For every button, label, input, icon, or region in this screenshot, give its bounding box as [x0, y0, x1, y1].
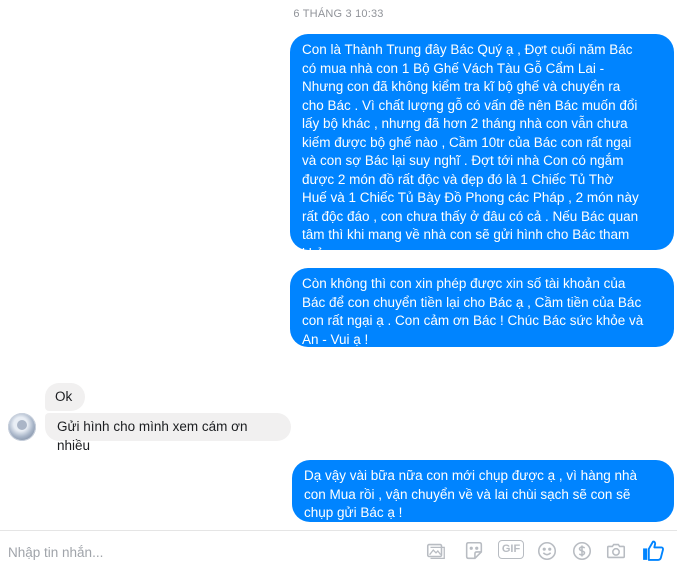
incoming-message[interactable]: Ok	[45, 383, 85, 411]
outgoing-message[interactable]: Dạ vậy vài bữa nữa con mới chụp được ạ ,…	[292, 460, 674, 522]
thread-timestamp: 6 THÁNG 3 10:33	[293, 8, 384, 20]
message-thread[interactable]: 6 THÁNG 3 10:33 Con là Thành Trung đây B…	[0, 0, 677, 530]
sticker-icon[interactable]	[462, 539, 486, 563]
message-input[interactable]	[6, 539, 410, 565]
contact-avatar[interactable]	[8, 413, 36, 441]
image-icon[interactable]	[424, 539, 448, 563]
outgoing-message[interactable]: Con là Thành Trung đây Bác Quý ạ , Đợt c…	[290, 34, 674, 261]
message-composer: GIF	[0, 530, 677, 574]
gif-icon[interactable]: GIF	[498, 540, 524, 559]
emoji-icon[interactable]	[535, 539, 559, 563]
camera-icon[interactable]	[604, 539, 628, 563]
dollar-icon[interactable]	[570, 539, 594, 563]
incoming-message[interactable]: Gửi hình cho mình xem cám ơn nhiều	[45, 413, 291, 453]
outgoing-message[interactable]: Còn không thì con xin phép được xin số t…	[290, 268, 674, 347]
thumbs-up-icon[interactable]	[640, 537, 666, 563]
